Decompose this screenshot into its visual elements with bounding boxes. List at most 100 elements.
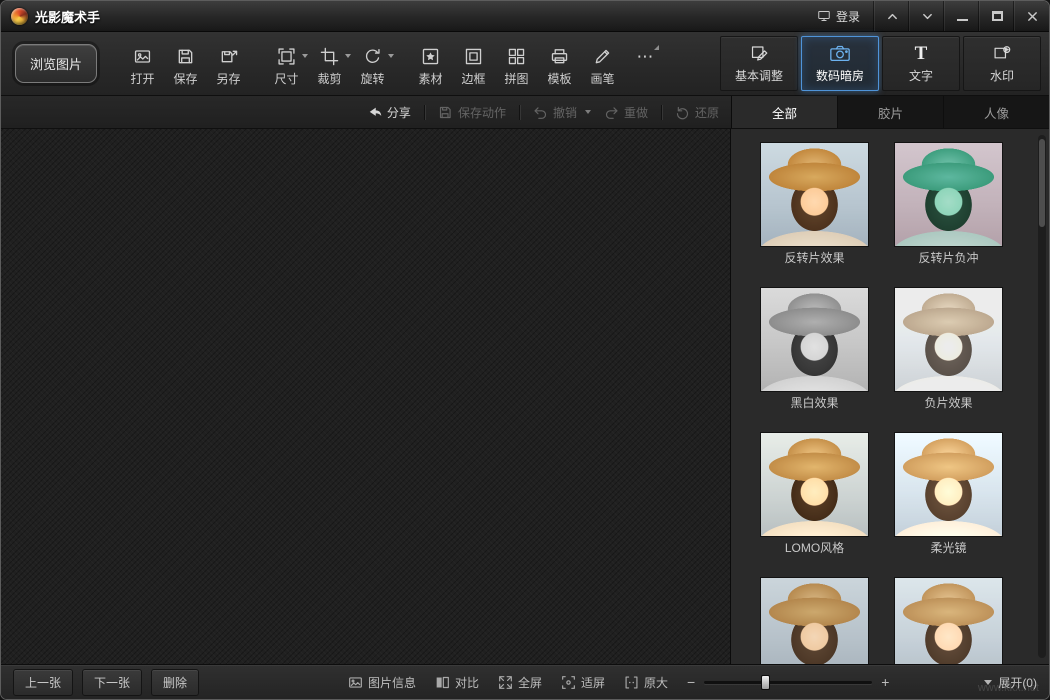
zoom-out-button[interactable]: − (687, 675, 695, 689)
save-as-icon (219, 47, 238, 66)
save-button[interactable]: 保存 (164, 40, 207, 87)
more-tools-button[interactable]: ⋯ (624, 40, 667, 66)
effect-item[interactable]: LOMO风格 (761, 433, 868, 556)
save-as-button[interactable]: 另存 (207, 40, 250, 87)
redo-button[interactable]: 重做 (604, 104, 648, 121)
star-box-icon (421, 47, 440, 66)
fullscreen-button[interactable]: 全屏 (498, 674, 542, 691)
panel-scrollbar[interactable] (1038, 135, 1046, 658)
minimize-button[interactable] (944, 1, 979, 31)
action-items: 分享 保存动作 撤销 重做 还原 (1, 96, 731, 128)
expand-caret-icon (984, 680, 992, 685)
portrait-photo (761, 433, 868, 536)
portrait-photo (895, 433, 1002, 536)
effects-panel: 反转片效果 反转片负冲 黑白效果 负片效果 LOMO风格 (731, 129, 1049, 664)
effect-item[interactable] (895, 578, 1002, 664)
browse-images-button[interactable]: 浏览图片 (15, 44, 97, 83)
resize-button[interactable]: 尺寸 (265, 40, 308, 87)
chevron-down-icon (922, 11, 933, 22)
undo-button[interactable]: 撤销 (533, 104, 591, 121)
mode-text[interactable]: T 文字 (882, 36, 960, 91)
effect-label: 柔光镜 (895, 541, 1002, 556)
zoom-control: − + (687, 675, 889, 689)
effect-item[interactable]: 反转片负冲 (895, 143, 1002, 266)
share-button[interactable]: 分享 (367, 104, 411, 121)
rotate-button[interactable]: 旋转 (351, 40, 394, 87)
chevron-down-button[interactable] (909, 1, 944, 31)
portrait-photo (761, 143, 868, 246)
mode-label: 数码暗房 (816, 67, 864, 84)
mode-digital-darkroom[interactable]: 数码暗房 (801, 36, 879, 91)
border-button[interactable]: 边框 (452, 40, 495, 87)
effect-label: 反转片效果 (761, 251, 868, 266)
next-image-button[interactable]: 下一张 (82, 669, 142, 696)
close-button[interactable] (1014, 1, 1049, 31)
app-window: 光影魔术手 登录 浏览图片 (0, 0, 1050, 700)
maximize-icon (992, 11, 1003, 21)
effect-label: LOMO风格 (761, 541, 868, 556)
effects-grid: 反转片效果 反转片负冲 黑白效果 负片效果 LOMO风格 (731, 129, 1049, 664)
open-button[interactable]: 打开 (121, 40, 164, 87)
separator (424, 105, 425, 120)
save-action-button[interactable]: 保存动作 (438, 104, 506, 121)
previous-image-button[interactable]: 上一张 (13, 669, 73, 696)
original-size-icon (624, 675, 639, 690)
template-button[interactable]: 模板 (538, 40, 581, 87)
portrait-photo (761, 578, 868, 664)
save-action-icon (438, 105, 453, 120)
effect-item[interactable]: 负片效果 (895, 288, 1002, 411)
tool-group: 打开 保存 另存 尺寸 裁剪 (121, 40, 667, 87)
maximize-button[interactable] (979, 1, 1014, 31)
more-icon: ⋯ (637, 47, 655, 66)
image-info-button[interactable]: 图片信息 (348, 674, 416, 691)
effect-item[interactable]: 黑白效果 (761, 288, 868, 411)
fit-screen-icon (561, 675, 576, 690)
restore-button[interactable]: 还原 (675, 104, 719, 121)
effect-thumbnail (895, 288, 1002, 391)
chevron-up-icon (887, 11, 898, 22)
tab-film[interactable]: 胶片 (837, 96, 943, 128)
mode-basic-adjust[interactable]: 基本调整 (720, 36, 798, 91)
effect-label: 反转片负冲 (895, 251, 1002, 266)
portrait-photo (895, 288, 1002, 391)
action-bar: 分享 保存动作 撤销 重做 还原 全部 (1, 96, 1049, 129)
portrait-photo (895, 578, 1002, 664)
mode-watermark[interactable]: 水印 (963, 36, 1041, 91)
zoom-slider[interactable] (704, 681, 872, 684)
effect-item[interactable]: 柔光镜 (895, 433, 1002, 556)
zoom-in-button[interactable]: + (881, 675, 889, 689)
effect-label: 黑白效果 (761, 396, 868, 411)
brush-button[interactable]: 画笔 (581, 40, 624, 87)
mode-label: 基本调整 (735, 67, 783, 84)
dropdown-caret-icon (388, 54, 394, 58)
effect-label: 负片效果 (895, 396, 1002, 411)
effect-item[interactable]: 反转片效果 (761, 143, 868, 266)
compare-button[interactable]: 对比 (435, 674, 479, 691)
effect-item[interactable] (761, 578, 868, 664)
tab-all[interactable]: 全部 (732, 96, 837, 128)
fullscreen-icon (498, 675, 513, 690)
portrait-photo (895, 143, 1002, 246)
original-size-button[interactable]: 原大 (624, 674, 668, 691)
minimize-icon (957, 19, 968, 21)
chevron-up-button[interactable] (874, 1, 909, 31)
window-title: 光影魔术手 (35, 7, 100, 26)
effect-thumbnail (761, 433, 868, 536)
undo-icon (533, 105, 548, 120)
collage-button[interactable]: 拼图 (495, 40, 538, 87)
frame-icon (464, 47, 483, 66)
fit-screen-button[interactable]: 适屏 (561, 674, 605, 691)
material-button[interactable]: 素材 (409, 40, 452, 87)
scrollbar-thumb[interactable] (1039, 139, 1045, 227)
zoom-slider-thumb[interactable] (761, 675, 770, 690)
crop-button[interactable]: 裁剪 (308, 40, 351, 87)
compare-icon (435, 675, 450, 690)
tab-portrait[interactable]: 人像 (943, 96, 1049, 128)
effect-thumbnail (761, 143, 868, 246)
login-button[interactable]: 登录 (803, 1, 874, 31)
undo-dropdown-caret-icon[interactable] (585, 110, 591, 114)
expand-button[interactable]: 展开(0) (984, 674, 1037, 691)
effect-thumbnail (895, 433, 1002, 536)
delete-image-button[interactable]: 删除 (151, 669, 199, 696)
content-area: 反转片效果 反转片负冲 黑白效果 负片效果 LOMO风格 (1, 129, 1049, 664)
